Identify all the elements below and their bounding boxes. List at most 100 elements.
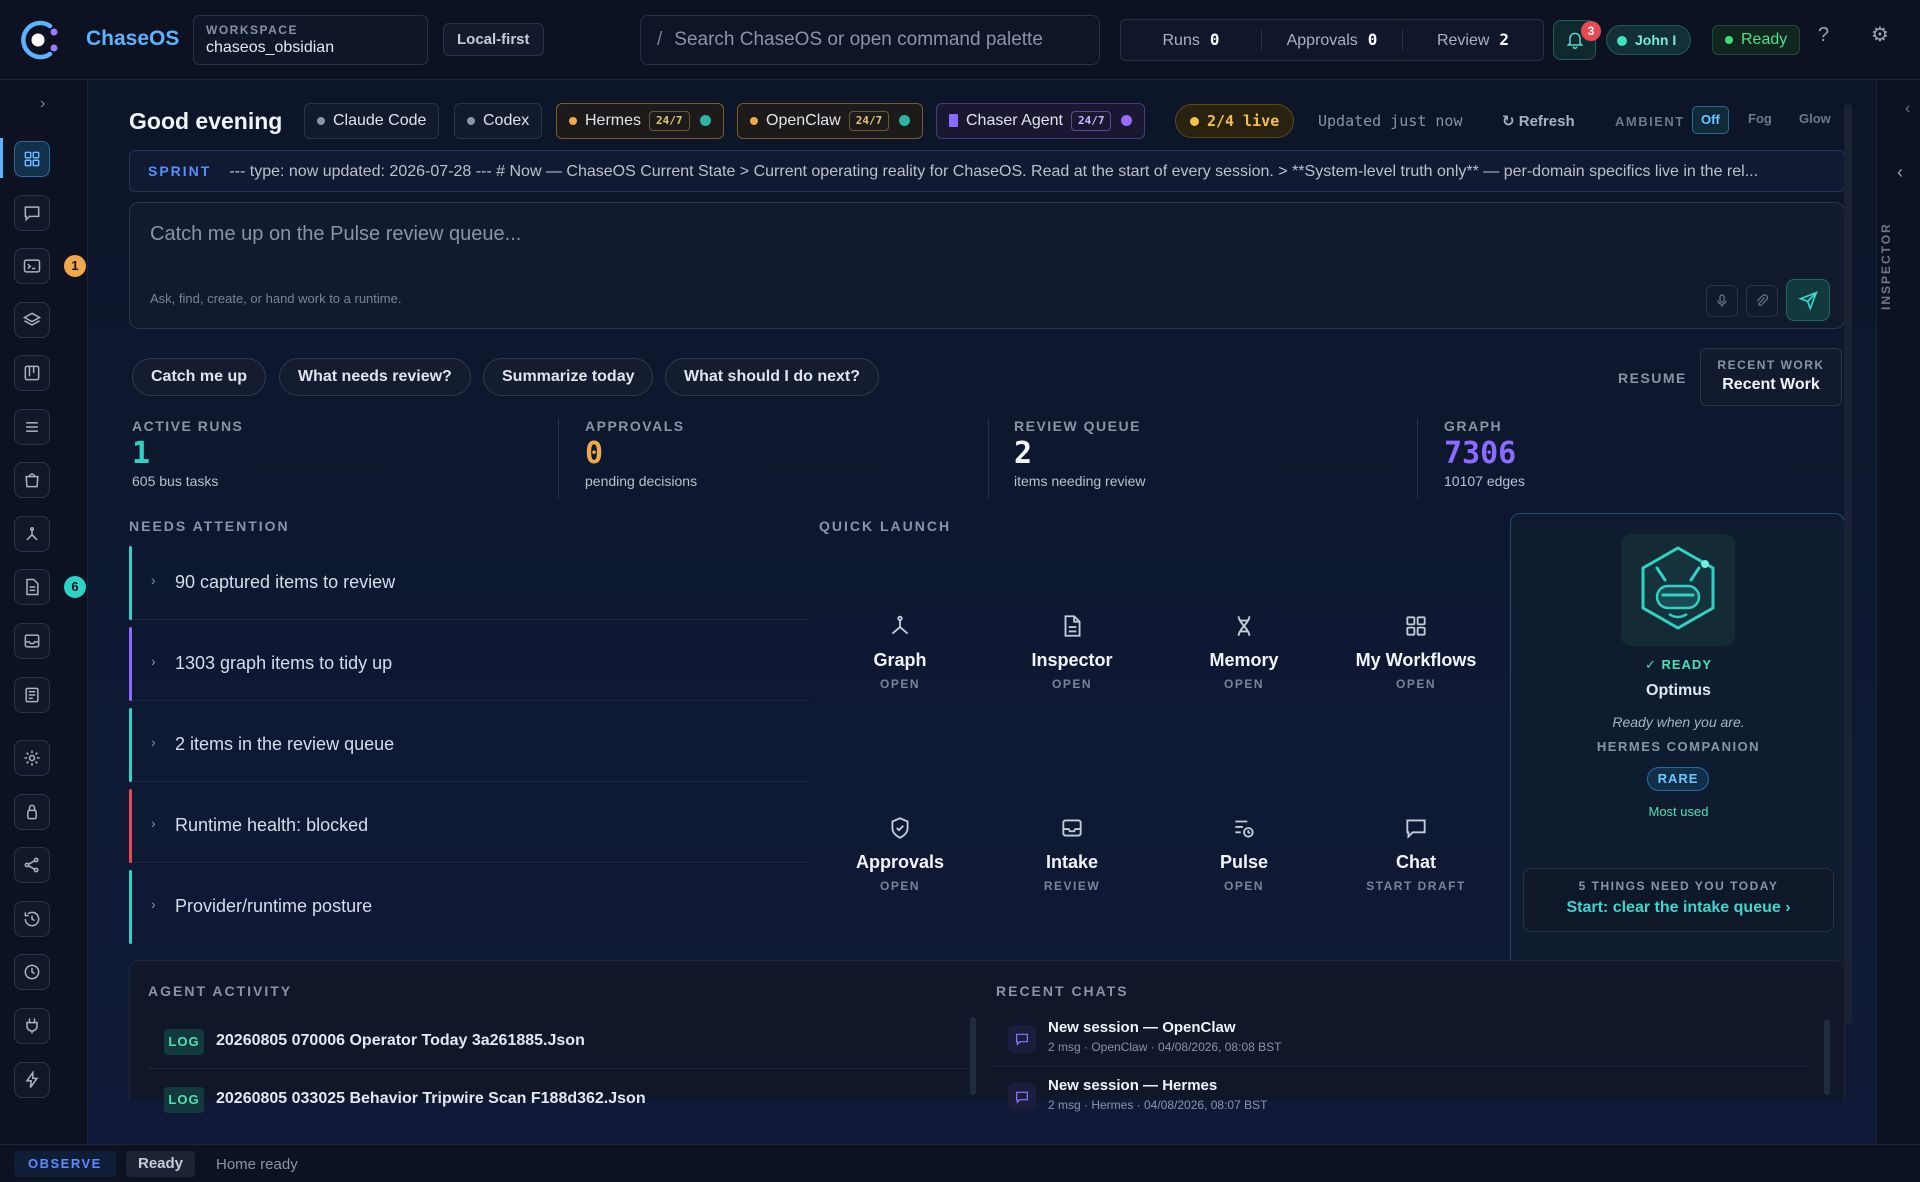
inspector-open-chevron-icon[interactable]: ‹ xyxy=(1897,162,1903,183)
stat-approvals[interactable]: APPROVALS 0 pending decisions xyxy=(585,418,1015,498)
command-search-input[interactable]: / Search ChaseOS or open command palette xyxy=(640,15,1100,65)
launch-pulse[interactable]: Pulse OPEN xyxy=(1169,815,1319,915)
nav-history[interactable] xyxy=(14,901,50,937)
prompt-what-needs-review[interactable]: What needs review? xyxy=(279,358,471,396)
chats-scrollbar[interactable] xyxy=(1824,1019,1830,1095)
prompt-what-next[interactable]: What should I do next? xyxy=(665,358,879,396)
user-name: John I xyxy=(1635,32,1677,48)
stat-review-queue[interactable]: REVIEW QUEUE 2 items needing review xyxy=(1014,418,1444,498)
stat-graph[interactable]: GRAPH 7306 10107 edges xyxy=(1444,418,1874,498)
ambient-fog-toggle[interactable]: Fog xyxy=(1740,106,1780,134)
system-status-pill[interactable]: Ready xyxy=(1712,25,1801,55)
local-first-pill[interactable]: Local-first xyxy=(443,23,544,56)
nav-layers[interactable] xyxy=(14,302,50,338)
workspace-selector[interactable]: WORKSPACE chaseos_obsidian xyxy=(193,15,428,65)
stat-divider xyxy=(988,418,989,498)
recent-chat-row[interactable]: New session — Hermes 2 msg · Hermes · 04… xyxy=(994,1069,1809,1125)
activity-log-row[interactable]: LOG 20260805 033025 Behavior Tripwire Sc… xyxy=(148,1071,968,1127)
runtime-chip-codex[interactable]: Codex xyxy=(454,103,543,139)
runtime-dot xyxy=(467,116,475,125)
composer-placeholder[interactable]: Catch me up on the Pulse review queue... xyxy=(150,223,521,246)
attention-item[interactable]: › Runtime health: blocked xyxy=(129,789,809,863)
workspace-value: chaseos_obsidian xyxy=(206,39,335,56)
document-icon xyxy=(26,578,39,596)
nav-graph[interactable] xyxy=(14,516,50,552)
today-cta[interactable]: 5 THINGS NEED YOU TODAY Start: clear the… xyxy=(1523,868,1834,932)
launch-intake[interactable]: Intake REVIEW xyxy=(997,815,1147,915)
live-dot xyxy=(1190,117,1199,126)
prompt-catch-me-up[interactable]: Catch me up xyxy=(132,358,267,396)
main-scrollbar[interactable] xyxy=(1844,104,1852,1024)
chat-meta: 2 msg · Hermes · 04/08/2026, 08:07 BST xyxy=(1048,1098,1268,1112)
approvals-counter[interactable]: Approvals 0 xyxy=(1262,30,1403,50)
user-menu[interactable]: John I xyxy=(1606,25,1692,55)
companion-card[interactable]: ✓ READY Optimus Ready when you are. HERM… xyxy=(1510,513,1845,1030)
nav-share[interactable] xyxy=(14,847,50,883)
sprint-banner[interactable]: SPRINT --- type: now updated: 2026-07-28 … xyxy=(129,150,1845,192)
nav-notes[interactable] xyxy=(14,677,50,713)
recent-chat-row[interactable]: New session — OpenClaw 2 msg · OpenClaw … xyxy=(994,1011,1809,1067)
nav-chat[interactable] xyxy=(14,195,50,231)
live-count: 2/4 live xyxy=(1207,112,1280,130)
nav-store[interactable] xyxy=(14,462,50,498)
prompt-summarize-today[interactable]: Summarize today xyxy=(483,358,654,396)
companion-rarity-badge: RARE xyxy=(1647,767,1709,791)
stat-active-runs[interactable]: ACTIVE RUNS 1 605 bus tasks xyxy=(132,418,562,498)
microphone-icon[interactable] xyxy=(1706,285,1738,317)
launch-action: OPEN xyxy=(879,879,920,893)
nav-terminal[interactable] xyxy=(14,248,50,284)
nav-security[interactable] xyxy=(14,794,50,830)
attach-paperclip-icon[interactable] xyxy=(1746,285,1778,317)
runtime-chip-hermes[interactable]: Hermes 24/7 xyxy=(556,103,724,139)
launch-name: Graph xyxy=(873,650,927,670)
send-button[interactable] xyxy=(1786,279,1830,321)
stat-divider xyxy=(1417,418,1418,498)
nav-list[interactable] xyxy=(14,409,50,445)
chaseos-logo-icon[interactable] xyxy=(16,17,62,63)
launch-approvals[interactable]: Approvals OPEN xyxy=(825,815,975,915)
nav-automations[interactable] xyxy=(14,1062,50,1098)
companion-status: ✓ READY xyxy=(1644,657,1712,672)
runtime-chip-openclaw[interactable]: OpenClaw 24/7 xyxy=(737,103,924,139)
nav-clock[interactable] xyxy=(14,954,50,990)
runtime-chip-claude-code[interactable]: Claude Code xyxy=(304,103,440,139)
nav-plugins[interactable] xyxy=(14,1008,50,1044)
ambient-glow-toggle[interactable]: Glow xyxy=(1791,106,1839,134)
attention-item[interactable]: › Provider/runtime posture xyxy=(129,870,809,944)
nav-settings[interactable] xyxy=(14,740,50,776)
attention-item[interactable]: › 2 items in the review queue xyxy=(129,708,809,782)
activity-scrollbar[interactable] xyxy=(970,1017,976,1095)
terminal-badge: 1 xyxy=(64,255,86,277)
always-on-badge: 24/7 xyxy=(848,110,890,131)
launch-graph[interactable]: Graph OPEN xyxy=(825,613,975,713)
rail-expand-chevron-icon[interactable]: › xyxy=(40,95,45,113)
activity-log-row[interactable]: LOG 20260805 070006 Operator Today 3a261… xyxy=(148,1013,968,1069)
live-runtimes-chip[interactable]: 2/4 live xyxy=(1175,104,1295,138)
review-counter[interactable]: Review 2 xyxy=(1403,30,1543,50)
recent-work-button[interactable]: RECENT WORK Recent Work xyxy=(1700,348,1842,406)
launch-chat[interactable]: Chat START DRAFT xyxy=(1341,815,1491,915)
stat-value: 1 xyxy=(132,436,151,471)
attention-item[interactable]: › 1303 graph items to tidy up xyxy=(129,627,809,701)
mode-badge[interactable]: OBSERVE xyxy=(14,1151,116,1177)
nav-inbox[interactable] xyxy=(14,623,50,659)
today-cta-action[interactable]: Start: clear the intake queue › xyxy=(1524,899,1833,917)
ambient-off-toggle[interactable]: Off xyxy=(1692,106,1729,134)
inspector-label[interactable]: INSPECTOR xyxy=(1879,190,1893,310)
settings-gear-icon[interactable]: ⚙ xyxy=(1871,22,1889,47)
attention-item[interactable]: › 90 captured items to review xyxy=(129,546,809,620)
help-icon[interactable]: ? xyxy=(1818,24,1829,47)
nav-home-grid[interactable] xyxy=(14,141,50,177)
nav-board[interactable] xyxy=(14,355,50,391)
runtime-chip-chaser-agent[interactable]: Chaser Agent 24/7 xyxy=(936,103,1146,139)
launch-inspector[interactable]: Inspector OPEN xyxy=(997,613,1147,713)
runtime-name: Claude Code xyxy=(333,112,427,129)
launch-my-workflows[interactable]: My Workflows OPEN xyxy=(1341,613,1491,713)
launch-memory[interactable]: Memory OPEN xyxy=(1169,613,1319,713)
refresh-button[interactable]: ↻ Refresh xyxy=(1502,112,1575,130)
composer-box[interactable]: Catch me up on the Pulse review queue...… xyxy=(129,202,1845,329)
runs-counter[interactable]: Runs 0 xyxy=(1121,30,1262,50)
inspector-collapse-chevron-icon[interactable]: ‹ xyxy=(1905,100,1910,118)
composer-hint: Ask, find, create, or hand work to a run… xyxy=(150,291,402,306)
nav-docs[interactable] xyxy=(14,569,50,605)
